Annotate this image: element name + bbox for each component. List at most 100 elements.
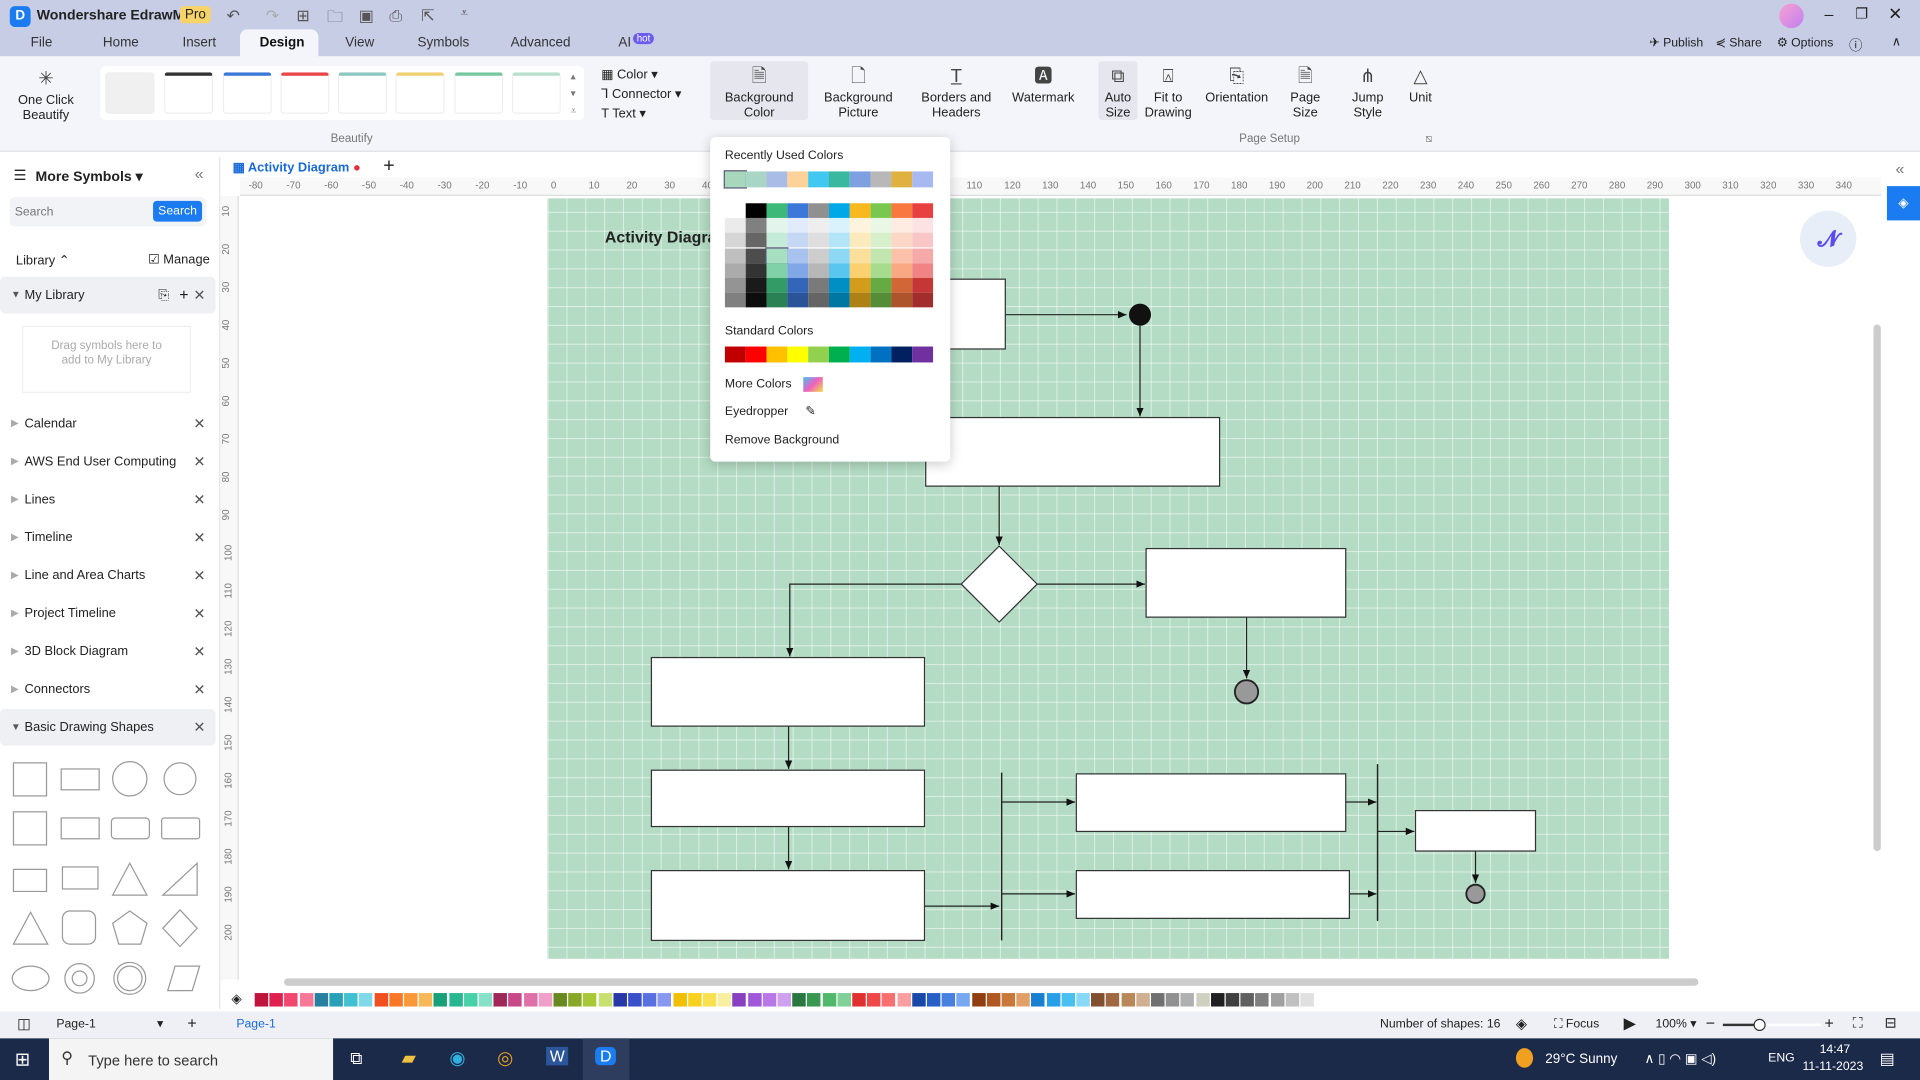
quick-color-swatch[interactable] <box>1001 993 1016 1007</box>
theme-color-swatch[interactable] <box>745 292 767 308</box>
theme-option[interactable] <box>454 72 504 114</box>
search-input[interactable] <box>14 200 147 223</box>
borders-headers-button[interactable]: T̲ Borders and Headers <box>917 66 995 120</box>
page-setup-dialog-icon[interactable]: ⧅ <box>1425 132 1432 145</box>
quick-color-swatch[interactable] <box>1046 993 1060 1007</box>
theme-color-swatch[interactable] <box>724 248 746 263</box>
quick-color-swatch[interactable] <box>1031 993 1045 1007</box>
add-page-button[interactable]: + <box>187 1014 196 1032</box>
tab-home[interactable]: Home <box>103 36 139 51</box>
undo-icon[interactable]: ↶ <box>227 6 240 26</box>
word-icon[interactable]: W <box>546 1046 569 1066</box>
theme-color-swatch[interactable] <box>891 203 913 218</box>
theme-option[interactable] <box>395 72 445 114</box>
options-button[interactable]: ⚙ Options <box>1777 37 1834 50</box>
quick-color-swatch[interactable] <box>956 993 971 1007</box>
quick-color-swatch[interactable] <box>792 993 806 1007</box>
background-color-button[interactable]: 🗎 Background Color <box>716 66 802 120</box>
maximize-button[interactable]: ❐ <box>1855 5 1868 22</box>
theme-color-swatch[interactable] <box>787 203 809 218</box>
quick-color-swatch[interactable] <box>1255 993 1270 1007</box>
theme-color-swatch[interactable] <box>849 233 871 248</box>
recent-color-swatch[interactable] <box>870 171 892 188</box>
import-icon[interactable]: ⎘ <box>158 277 169 314</box>
collapse-right-panel-icon[interactable]: « <box>1896 159 1905 177</box>
quick-color-swatch[interactable] <box>284 993 299 1007</box>
task-view-icon[interactable]: ⧉ <box>350 1048 362 1069</box>
doc-tab-activity-diagram[interactable]: ▦ Activity Diagram ● <box>233 160 361 175</box>
quick-color-swatch[interactable] <box>314 993 328 1007</box>
quick-color-swatch[interactable] <box>523 993 538 1007</box>
quick-color-swatch[interactable] <box>628 993 642 1007</box>
quick-color-swatch[interactable] <box>1091 993 1105 1007</box>
right-panel-format-icon[interactable]: ◈ <box>1886 186 1920 221</box>
quick-color-swatch[interactable] <box>971 993 986 1007</box>
quick-color-swatch[interactable] <box>852 993 866 1007</box>
close-icon[interactable]: ✕ <box>193 557 205 594</box>
theme-color-swatch[interactable] <box>765 246 789 264</box>
my-library-header[interactable]: ▼ My Library ⎘ + ✕ <box>0 276 216 314</box>
theme-color-swatch[interactable] <box>870 203 892 218</box>
library-toggle[interactable]: Library ⌃ <box>16 253 70 268</box>
horizontal-scrollbar[interactable] <box>284 978 1699 986</box>
theme-option[interactable] <box>511 72 561 114</box>
quick-color-swatch[interactable] <box>717 993 732 1007</box>
quick-color-swatch[interactable] <box>1300 993 1314 1007</box>
quick-color-swatch[interactable] <box>762 993 777 1007</box>
quick-color-swatch[interactable] <box>359 993 373 1007</box>
quick-color-swatch[interactable] <box>1016 993 1031 1007</box>
quick-color-swatch[interactable] <box>1285 993 1299 1007</box>
theme-color-swatch[interactable] <box>828 203 850 218</box>
theme-color-swatch[interactable] <box>912 218 934 233</box>
quick-color-swatch[interactable] <box>269 993 284 1007</box>
recent-color-swatch[interactable] <box>912 171 934 188</box>
close-icon[interactable]: ✕ <box>193 405 205 442</box>
one-click-beautify-button[interactable]: ✳ One Click Beautify <box>12 69 79 123</box>
theme-color-swatch[interactable] <box>766 233 788 248</box>
theme-color-swatch[interactable] <box>724 203 746 218</box>
eyedropper-item[interactable]: Eyedropper ✎ <box>725 405 816 418</box>
theme-color-swatch[interactable] <box>724 277 746 293</box>
theme-color-swatch[interactable] <box>870 218 892 233</box>
file-explorer-icon[interactable]: ▰ <box>402 1047 416 1069</box>
collapse-sidebar-icon[interactable]: « <box>195 164 204 182</box>
save-icon[interactable]: ▣ <box>359 6 374 26</box>
tab-ai[interactable]: AI <box>618 36 631 51</box>
library-item[interactable]: ▶ 3D Block Diagram ✕ <box>0 633 216 670</box>
basic-drawing-shapes-header[interactable]: ▼ Basic Drawing Shapes ✕ <box>0 708 216 746</box>
quick-color-swatch[interactable] <box>493 993 508 1007</box>
system-tray-icons[interactable]: ∧ ▯ ◠ ▣ ◁) <box>1644 1051 1716 1067</box>
quick-color-swatch[interactable] <box>374 993 388 1007</box>
library-item[interactable]: ▶ Project Timeline ✕ <box>0 595 216 632</box>
theme-color-swatch[interactable] <box>808 218 829 233</box>
recent-color-swatch[interactable] <box>787 171 809 188</box>
theme-color-swatch[interactable] <box>912 292 934 308</box>
theme-color-swatch[interactable] <box>870 277 892 293</box>
theme-color-swatch[interactable] <box>891 248 913 263</box>
library-item[interactable]: ▶ AWS End User Computing ✕ <box>0 443 216 480</box>
quick-color-swatch[interactable] <box>1270 993 1284 1007</box>
theme-color-swatch[interactable] <box>849 218 871 233</box>
standard-color-swatch[interactable] <box>745 346 767 363</box>
quick-color-swatch[interactable] <box>882 993 896 1007</box>
help-icon[interactable]: ⓘ <box>1849 36 1862 56</box>
theme-color-swatch[interactable] <box>766 203 788 218</box>
library-item[interactable]: ▶ Connectors ✕ <box>0 671 216 708</box>
theme-color-swatch[interactable] <box>745 263 767 278</box>
close-button[interactable]: ✕ <box>1888 4 1902 25</box>
theme-color-swatch[interactable] <box>724 233 746 248</box>
theme-color-swatch[interactable] <box>787 248 809 263</box>
theme-color-swatch[interactable] <box>787 263 809 278</box>
ai-assistant-button[interactable]: 𝓝 <box>1800 210 1857 267</box>
theme-color-swatch[interactable] <box>828 218 850 233</box>
theme-color-swatch[interactable] <box>891 233 913 248</box>
theme-color-swatch[interactable] <box>766 292 788 308</box>
minimize-button[interactable]: – <box>1824 5 1833 23</box>
theme-color-swatch[interactable] <box>912 263 934 278</box>
text-dropdown[interactable]: T Text ▾ <box>601 107 646 122</box>
recent-color-swatch[interactable] <box>891 171 913 188</box>
quick-color-swatch[interactable] <box>911 993 926 1007</box>
theme-color-swatch[interactable] <box>724 292 746 308</box>
quick-color-swatch[interactable] <box>448 993 463 1007</box>
quick-color-swatch[interactable] <box>867 993 881 1007</box>
